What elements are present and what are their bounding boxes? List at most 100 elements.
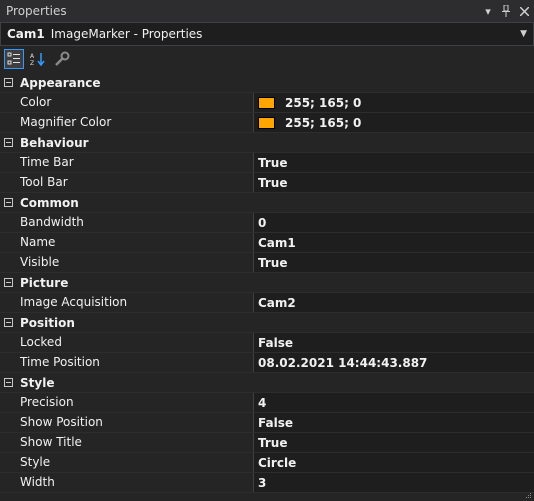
row-gutter [0, 153, 16, 172]
property-value-text: False [258, 415, 293, 430]
category-row[interactable]: Appearance [0, 73, 534, 93]
property-value[interactable]: 255; 165; 0 [254, 113, 534, 132]
category-row[interactable]: Position [0, 313, 534, 333]
property-value-text: True [258, 175, 288, 190]
collapse-icon[interactable] [4, 278, 13, 287]
object-name: Cam1 [7, 27, 45, 41]
property-name: Locked [16, 333, 253, 352]
property-row[interactable]: Color 255; 165; 0 [0, 93, 534, 113]
property-value[interactable]: True [254, 253, 534, 272]
property-row[interactable]: Style Circle [0, 453, 534, 473]
property-value-text: True [258, 255, 288, 270]
property-value[interactable]: False [254, 333, 534, 352]
property-value[interactable]: True [254, 153, 534, 172]
row-gutter [0, 353, 16, 372]
property-name: Style [16, 453, 253, 472]
category-row[interactable]: Picture [0, 273, 534, 293]
property-value-text: True [258, 155, 288, 170]
alphabetical-sort-icon[interactable]: A Z [28, 49, 48, 69]
svg-text:A: A [30, 53, 35, 60]
property-row[interactable]: Magnifier Color 255; 165; 0 [0, 113, 534, 133]
property-row[interactable]: Name Cam1 [0, 233, 534, 253]
property-name: Image Acquisition [16, 293, 253, 312]
property-value[interactable]: False [254, 413, 534, 432]
categorized-view-icon[interactable] [4, 49, 24, 69]
property-name: Tool Bar [16, 173, 253, 192]
row-gutter [0, 253, 16, 272]
row-gutter [0, 213, 16, 232]
property-name: Color [16, 93, 253, 112]
chevron-down-icon[interactable]: ▼ [520, 29, 527, 39]
property-value-text: Cam2 [258, 295, 296, 310]
category-row[interactable]: Style [0, 373, 534, 393]
property-grid: Appearance Color 255; 165; 0 Magnifier Colo… [0, 73, 534, 493]
property-value[interactable]: 08.02.2021 14:44:43.887 [254, 353, 534, 372]
property-row[interactable]: Width 3 [0, 473, 534, 493]
category-label: Picture [20, 275, 69, 290]
row-gutter [0, 293, 16, 312]
property-value[interactable]: Circle [254, 453, 534, 472]
row-gutter [0, 453, 16, 472]
svg-text:Z: Z [30, 60, 34, 66]
property-value[interactable]: 255; 165; 0 [254, 93, 534, 112]
row-gutter [0, 393, 16, 412]
property-value[interactable]: 3 [254, 473, 534, 492]
property-row[interactable]: Time Position 08.02.2021 14:44:43.887 [0, 353, 534, 373]
property-value-text: True [258, 435, 288, 450]
row-gutter [0, 433, 16, 452]
property-value-text: 08.02.2021 14:44:43.887 [258, 355, 428, 370]
property-value[interactable]: True [254, 433, 534, 452]
row-gutter [0, 233, 16, 252]
collapse-icon[interactable] [4, 198, 13, 207]
property-value[interactable]: Cam2 [254, 293, 534, 312]
property-value-text: Circle [258, 455, 297, 470]
toolbar: A Z [0, 46, 534, 72]
property-name: Time Position [16, 353, 253, 372]
property-value[interactable]: Cam1 [254, 233, 534, 252]
property-row[interactable]: Locked False [0, 333, 534, 353]
property-name: Time Bar [16, 153, 253, 172]
properties-panel: Properties ▾ Cam1 ImageMarker - Properti… [0, 0, 534, 501]
property-name: Precision [16, 393, 253, 412]
collapse-icon[interactable] [4, 138, 13, 147]
category-row[interactable]: Common [0, 193, 534, 213]
category-label: Behaviour [20, 135, 89, 150]
color-swatch [258, 116, 275, 129]
object-type: ImageMarker - Properties [50, 27, 203, 41]
property-pages-wrench-icon[interactable] [52, 49, 72, 69]
collapse-icon[interactable] [4, 318, 13, 327]
collapse-icon[interactable] [4, 78, 13, 87]
property-row[interactable]: Show Position False [0, 413, 534, 433]
category-row[interactable]: Behaviour [0, 133, 534, 153]
dropdown-arrow-icon[interactable]: ▾ [480, 3, 496, 19]
property-row[interactable]: Tool Bar True [0, 173, 534, 193]
property-row[interactable]: Image Acquisition Cam2 [0, 293, 534, 313]
property-row[interactable]: Precision 4 [0, 393, 534, 413]
property-name: Show Title [16, 433, 253, 452]
row-gutter [0, 173, 16, 192]
property-value-text: 3 [258, 475, 267, 490]
panel-title: Properties [6, 4, 67, 18]
property-row[interactable]: Bandwidth 0 [0, 213, 534, 233]
close-icon[interactable] [516, 3, 532, 19]
property-row[interactable]: Show Title True [0, 433, 534, 453]
row-gutter [0, 93, 16, 112]
property-value-text: 4 [258, 395, 267, 410]
property-row[interactable]: Time Bar True [0, 153, 534, 173]
collapse-icon[interactable] [4, 378, 13, 387]
property-name: Visible [16, 253, 253, 272]
property-value[interactable]: 4 [254, 393, 534, 412]
property-name: Bandwidth [16, 213, 253, 232]
property-value[interactable]: 0 [254, 213, 534, 232]
row-gutter [0, 473, 16, 492]
property-value-text: False [258, 335, 293, 350]
row-gutter [0, 333, 16, 352]
object-selector[interactable]: Cam1 ImageMarker - Properties ▼ [0, 22, 534, 46]
property-name: Show Position [16, 413, 253, 432]
property-row[interactable]: Visible True [0, 253, 534, 273]
pin-icon[interactable] [498, 3, 514, 19]
property-value[interactable]: True [254, 173, 534, 192]
category-label: Common [20, 195, 79, 210]
resize-grip-icon[interactable] [526, 493, 532, 499]
row-gutter [0, 113, 16, 132]
